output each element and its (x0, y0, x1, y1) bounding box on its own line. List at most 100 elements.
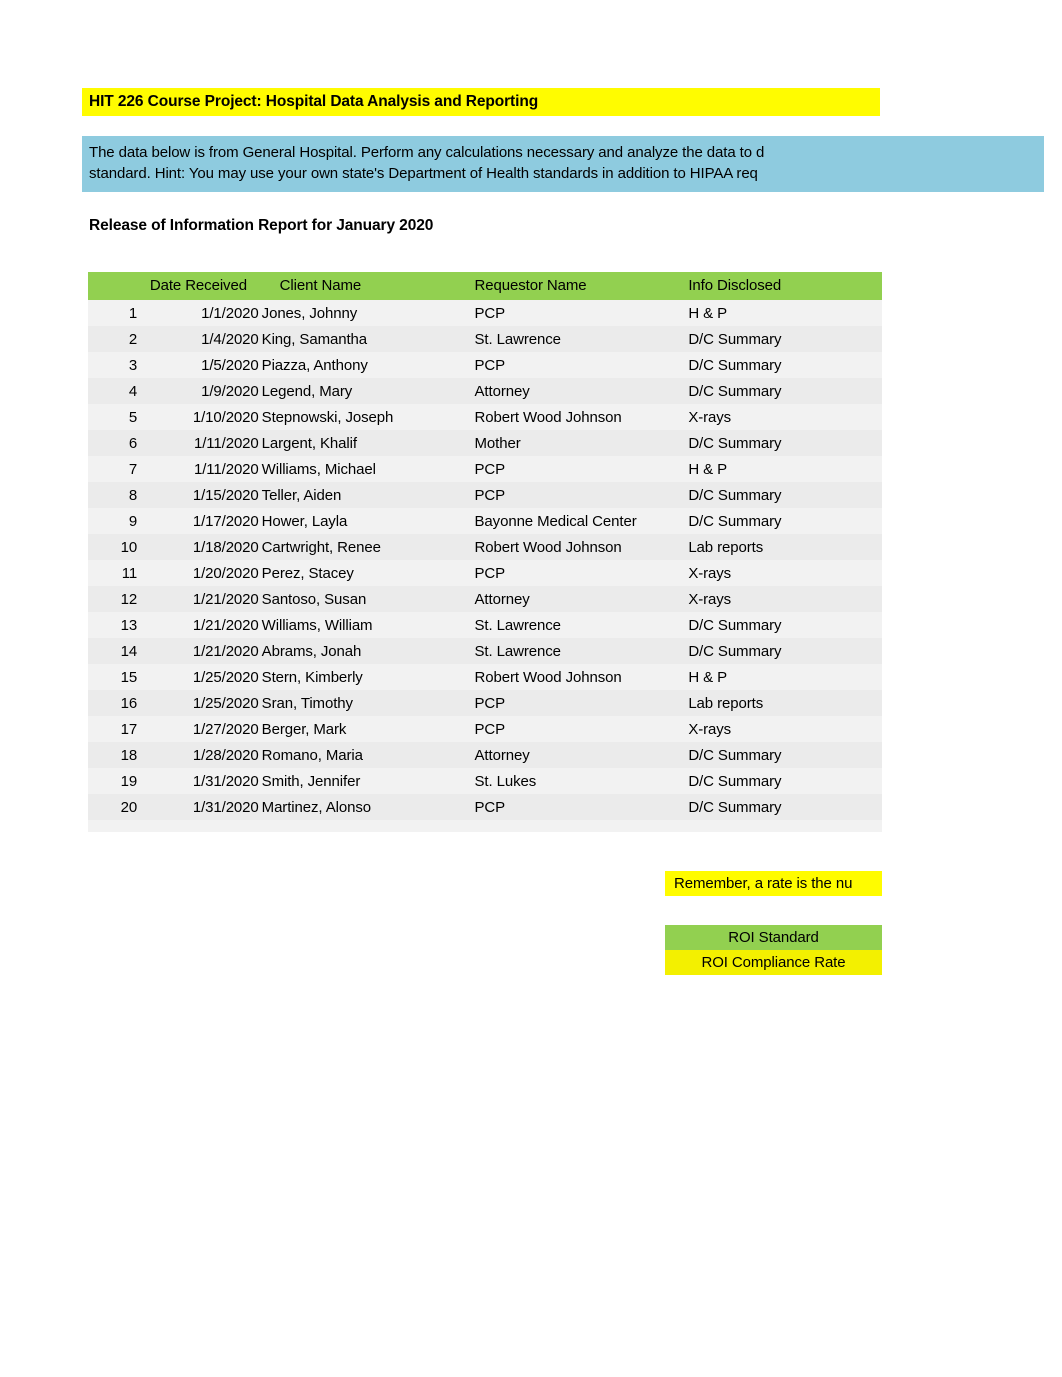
table-header-row: Date Received Client Name Requestor Name… (88, 272, 882, 300)
cell-date-received: 1/31/2020 (142, 794, 259, 820)
cell-date-received: 1/20/2020 (142, 560, 259, 586)
cell-client-name: Cartwright, Renee (258, 534, 469, 560)
cell-info-disclosed: H & P (682, 456, 882, 482)
table-row[interactable]: 9 1/17/2020 Hower, Layla Bayonne Medical Ce… (88, 508, 882, 534)
cell-info-disclosed: D/C Summary (682, 638, 882, 664)
table-row[interactable]: 20 1/31/2020 Martinez, Alonso PCP D/C Summar… (88, 794, 882, 820)
table-row[interactable]: 18 1/28/2020 Romano, Maria Attorney D/C Summ… (88, 742, 882, 768)
cell-client-name: Perez, Stacey (258, 560, 469, 586)
table-row[interactable]: 7 1/11/2020 Williams, Michael PCP H & P (88, 456, 882, 482)
cell-requestor-name: Attorney (468, 586, 683, 612)
table-body: 1 1/1/2020 Jones, Johnny PCP H & P 2 1/4/2020 K… (88, 300, 882, 820)
cell-requestor-name: PCP (468, 456, 683, 482)
cell-date-received: 1/11/2020 (142, 430, 259, 456)
cell-client-name: Martinez, Alonso (258, 794, 469, 820)
cell-requestor-name: Mother (468, 430, 683, 456)
table-row[interactable]: 5 1/10/2020 Stepnowski, Joseph Robert Wood … (88, 404, 882, 430)
roi-standard-cell[interactable]: ROI Standard (665, 925, 882, 950)
table-row[interactable]: 8 1/15/2020 Teller, Aiden PCP D/C Summary (88, 482, 882, 508)
cell-date-received: 1/25/2020 (142, 690, 259, 716)
remember-note-text: Remember, a rate is the nu (674, 875, 853, 892)
table-row[interactable]: 2 1/4/2020 King, Samantha St. Lawrence D/C S… (88, 326, 882, 352)
table-row[interactable]: 6 1/11/2020 Largent, Khalif Mother D/C Summa… (88, 430, 882, 456)
cell-info-disclosed: D/C Summary (682, 794, 882, 820)
cell-client-name: Hower, Layla (258, 508, 469, 534)
cell-client-name: Stepnowski, Joseph (258, 404, 469, 430)
cell-client-name: Williams, Michael (258, 456, 469, 482)
cell-requestor-name: PCP (468, 482, 683, 508)
cell-row-number: 10 (88, 534, 143, 560)
remember-note: Remember, a rate is the nu (665, 871, 882, 896)
cell-row-number: 11 (88, 560, 143, 586)
table-row[interactable]: 4 1/9/2020 Legend, Mary Attorney D/C Summary (88, 378, 882, 404)
cell-client-name: Jones, Johnny (258, 300, 469, 326)
cell-row-number: 6 (88, 430, 143, 456)
cell-client-name: Berger, Mark (258, 716, 469, 742)
report-subtitle: Release of Information Report for Januar… (89, 217, 434, 234)
cell-client-name: Romano, Maria (258, 742, 469, 768)
cell-client-name: Abrams, Jonah (258, 638, 469, 664)
cell-info-disclosed: D/C Summary (682, 352, 882, 378)
cell-requestor-name: PCP (468, 794, 683, 820)
column-header-requestor-name: Requestor Name (468, 272, 683, 300)
table-row[interactable]: 19 1/31/2020 Smith, Jennifer St. Lukes D/C S… (88, 768, 882, 794)
cell-date-received: 1/18/2020 (142, 534, 259, 560)
cell-date-received: 1/31/2020 (142, 768, 259, 794)
table-bottom-strip (88, 820, 882, 832)
table-row[interactable]: 16 1/25/2020 Sran, Timothy PCP Lab reports (88, 690, 882, 716)
cell-requestor-name: St. Lawrence (468, 612, 683, 638)
cell-client-name: Largent, Khalif (258, 430, 469, 456)
cell-date-received: 1/21/2020 (142, 612, 259, 638)
cell-client-name: Legend, Mary (258, 378, 469, 404)
cell-requestor-name: St. Lukes (468, 768, 683, 794)
cell-info-disclosed: H & P (682, 300, 882, 326)
cell-info-disclosed: H & P (682, 664, 882, 690)
cell-date-received: 1/5/2020 (142, 352, 259, 378)
cell-client-name: Piazza, Anthony (258, 352, 469, 378)
cell-date-received: 1/27/2020 (142, 716, 259, 742)
cell-info-disclosed: D/C Summary (682, 326, 882, 352)
column-header-info-disclosed: Info Disclosed (682, 272, 882, 300)
table-row[interactable]: 11 1/20/2020 Perez, Stacey PCP X-rays (88, 560, 882, 586)
cell-row-number: 13 (88, 612, 143, 638)
cell-info-disclosed: X-rays (682, 586, 882, 612)
cell-row-number: 2 (88, 326, 143, 352)
roi-compliance-rate-label: ROI Compliance Rate (701, 954, 846, 971)
cell-info-disclosed: D/C Summary (682, 430, 882, 456)
cell-client-name: Santoso, Susan (258, 586, 469, 612)
cell-row-number: 5 (88, 404, 143, 430)
table-row[interactable]: 12 1/21/2020 Santoso, Susan Attorney X-rays (88, 586, 882, 612)
cell-date-received: 1/25/2020 (142, 664, 259, 690)
table-row[interactable]: 17 1/27/2020 Berger, Mark PCP X-rays (88, 716, 882, 742)
cell-row-number: 4 (88, 378, 143, 404)
cell-info-disclosed: Lab reports (682, 690, 882, 716)
instructions-line-2: standard. Hint: You may use your own sta… (89, 165, 758, 182)
cell-info-disclosed: X-rays (682, 716, 882, 742)
table-row[interactable]: 14 1/21/2020 Abrams, Jonah St. Lawrence D/C … (88, 638, 882, 664)
table-row[interactable]: 3 1/5/2020 Piazza, Anthony PCP D/C Summary (88, 352, 882, 378)
cell-requestor-name: PCP (468, 716, 683, 742)
table-row[interactable]: 13 1/21/2020 Williams, William St. Lawrence… (88, 612, 882, 638)
roi-standard-label: ROI Standard (728, 929, 819, 946)
column-header-client-name: Client Name (258, 272, 469, 300)
cell-requestor-name: St. Lawrence (468, 638, 683, 664)
cell-row-number: 16 (88, 690, 143, 716)
roi-compliance-rate-cell[interactable]: ROI Compliance Rate (665, 950, 882, 975)
table-row[interactable]: 15 1/25/2020 Stern, Kimberly Robert Wood Jo… (88, 664, 882, 690)
cell-requestor-name: St. Lawrence (468, 326, 683, 352)
cell-date-received: 1/17/2020 (142, 508, 259, 534)
cell-date-received: 1/9/2020 (142, 378, 259, 404)
cell-client-name: King, Samantha (258, 326, 469, 352)
project-title-text: HIT 226 Course Project: Hospital Data An… (89, 93, 539, 110)
cell-info-disclosed: D/C Summary (682, 482, 882, 508)
cell-row-number: 3 (88, 352, 143, 378)
cell-date-received: 1/15/2020 (142, 482, 259, 508)
cell-date-received: 1/1/2020 (142, 300, 259, 326)
cell-row-number: 8 (88, 482, 143, 508)
cell-date-received: 1/10/2020 (142, 404, 259, 430)
cell-requestor-name: PCP (468, 300, 683, 326)
cell-row-number: 18 (88, 742, 143, 768)
cell-client-name: Sran, Timothy (258, 690, 469, 716)
table-row[interactable]: 10 1/18/2020 Cartwright, Renee Robert Wood … (88, 534, 882, 560)
table-row[interactable]: 1 1/1/2020 Jones, Johnny PCP H & P (88, 300, 882, 326)
